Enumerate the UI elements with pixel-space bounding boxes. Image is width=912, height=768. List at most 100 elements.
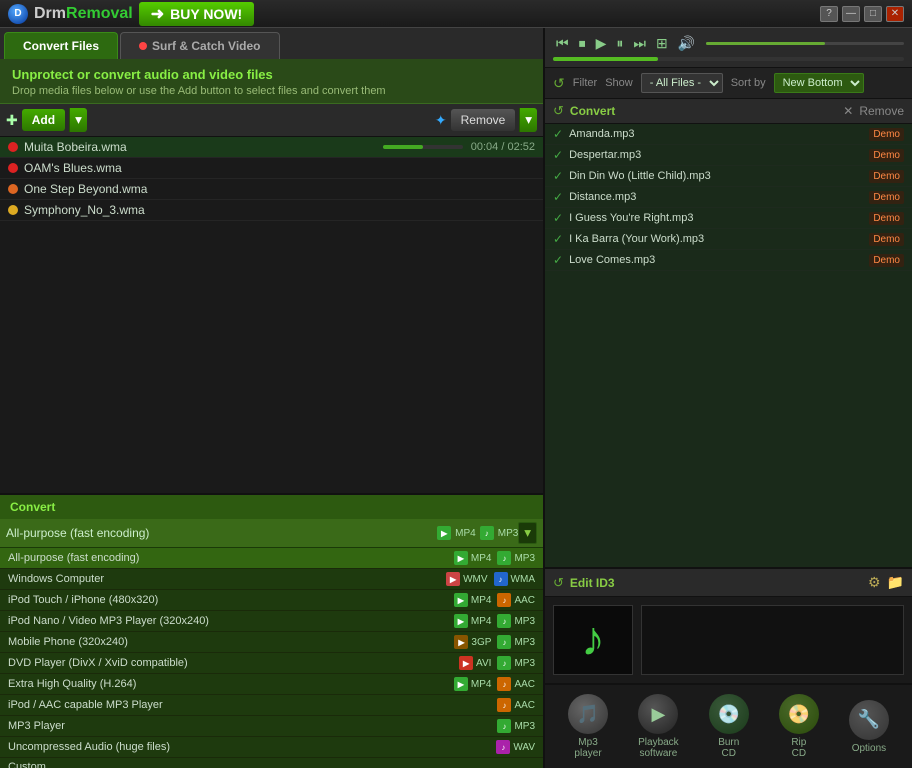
track-status-0: Demo: [869, 128, 904, 141]
file-time-0: 00:04 / 02:52: [471, 141, 535, 153]
close-button[interactable]: ✕: [886, 6, 904, 22]
add-label: Add: [32, 113, 55, 127]
track-item-3[interactable]: ✓ Distance.mp3 Demo: [545, 187, 912, 208]
maximize-button[interactable]: □: [864, 6, 882, 22]
preset-item-4[interactable]: Mobile Phone (320x240) ▶3GP ♪MP3: [0, 632, 543, 653]
volume-button[interactable]: 🔊: [675, 34, 698, 53]
track-item-2[interactable]: ✓ Din Din Wo (Little Child).mp3 Demo: [545, 166, 912, 187]
fmt-wmv-lbl-1: WMV: [463, 574, 487, 585]
pause-button[interactable]: ⏸: [613, 34, 626, 53]
track-status-4: Demo: [869, 212, 904, 225]
convert-selected-row[interactable]: All-purpose (fast encoding) ▶ MP4 ♪ MP3 …: [0, 519, 543, 548]
buy-arrow-icon: ➜: [151, 4, 164, 24]
add-dropdown-button[interactable]: ▾: [69, 108, 87, 132]
fmt-mp3-lbl-4: MP3: [514, 637, 535, 648]
fmt-mp4-lbl-3: MP4: [471, 616, 492, 627]
preset-dropdown-button[interactable]: ▾: [518, 522, 537, 544]
id3-label: Edit ID3: [570, 576, 862, 590]
filter-select[interactable]: - All Files -: [641, 73, 723, 93]
rewind-button[interactable]: ⏮: [553, 34, 572, 53]
convert-section: Convert All-purpose (fast encoding) ▶ MP…: [0, 493, 543, 768]
fmt-aac-lbl-2: AAC: [514, 595, 535, 606]
preset-label-0: All-purpose (fast encoding): [8, 552, 454, 564]
id3-folder-icon[interactable]: 📁: [887, 574, 904, 591]
file-item-0[interactable]: Muita Bobeira.wma 00:04 / 02:52: [0, 137, 543, 158]
preset-item-3[interactable]: iPod Nano / Video MP3 Player (320x240) ▶…: [0, 611, 543, 632]
file-item-1[interactable]: OAM's Blues.wma: [0, 158, 543, 179]
preset-item-0[interactable]: All-purpose (fast encoding) ▶MP4 ♪MP3: [0, 548, 543, 569]
tab-convert-files[interactable]: Convert Files: [4, 32, 118, 59]
id3-fields[interactable]: [641, 605, 904, 675]
track-item-6[interactable]: ✓ Love Comes.mp3 Demo: [545, 250, 912, 271]
track-item-0[interactable]: ✓ Amanda.mp3 Demo: [545, 124, 912, 145]
file-dot-1: [8, 163, 18, 173]
track-check-4: ✓: [553, 211, 563, 225]
stop-button[interactable]: ⏹: [576, 34, 589, 53]
title-bar-right: ? — □ ✕: [820, 6, 904, 22]
volume-slider[interactable]: [706, 42, 904, 45]
fmt-wma-lbl-1: WMA: [511, 574, 535, 585]
help-button[interactable]: ?: [820, 6, 838, 22]
refresh-icon[interactable]: ↺: [553, 75, 565, 92]
track-status-3: Demo: [869, 191, 904, 204]
remove-dropdown-button[interactable]: ▾: [519, 108, 537, 132]
extra-button[interactable]: ⊞: [653, 34, 671, 53]
preset-item-5[interactable]: DVD Player (DivX / XviD compatible) ▶AVI…: [0, 653, 543, 674]
preset-formats-7: ♪AAC: [497, 698, 535, 712]
track-check-0: ✓: [553, 127, 563, 141]
fmt-avi-5: ▶: [459, 656, 473, 670]
track-item-4[interactable]: ✓ I Guess You're Right.mp3 Demo: [545, 208, 912, 229]
track-check-2: ✓: [553, 169, 563, 183]
edit-id3-header: ↺ Edit ID3 ⚙ 📁: [545, 567, 912, 597]
track-status-1: Demo: [869, 149, 904, 162]
preset-item-6[interactable]: Extra High Quality (H.264) ▶MP4 ♪AAC: [0, 674, 543, 695]
sort-label: Sort by: [731, 77, 766, 89]
playback-progress-bar[interactable]: [553, 57, 904, 61]
preset-item-1[interactable]: Windows Computer ▶WMV ♪WMA: [0, 569, 543, 590]
tab-surf-catch[interactable]: Surf & Catch Video: [120, 32, 279, 59]
minimize-button[interactable]: —: [842, 6, 860, 22]
track-status-6: Demo: [869, 254, 904, 267]
add-button[interactable]: Add: [22, 109, 65, 131]
preset-item-2[interactable]: iPod Touch / iPhone (480x320) ▶MP4 ♪AAC: [0, 590, 543, 611]
fmt-wav-lbl-9: WAV: [513, 742, 535, 753]
options-button[interactable]: 🔧 Options: [843, 697, 895, 757]
file-toolbar: ✚ Add ▾ ✦ Remove ▾: [0, 104, 543, 137]
track-item-1[interactable]: ✓ Despertar.mp3 Demo: [545, 145, 912, 166]
preset-item-10[interactable]: Custom...: [0, 758, 543, 768]
title-drm: Drm: [34, 5, 66, 22]
track-name-4: I Guess You're Right.mp3: [569, 212, 869, 224]
fmt-mp4-lbl-0: MP4: [471, 553, 492, 564]
mp3-player-button[interactable]: 🎵 Mp3player: [562, 691, 614, 762]
options-label: Options: [852, 743, 886, 754]
preset-item-7[interactable]: iPod / AAC capable MP3 Player ♪AAC: [0, 695, 543, 716]
rip-cd-button[interactable]: 📀 RipCD: [773, 691, 825, 762]
file-dot-3: [8, 205, 18, 215]
preset-item-9[interactable]: Uncompressed Audio (huge files) ♪WAV: [0, 737, 543, 758]
fmt-mp4-lbl-6: MP4: [471, 679, 492, 690]
title-bar: D DrmRemoval ➜ BUY NOW! ? — □ ✕: [0, 0, 912, 28]
fmt-3gp-lbl-4: 3GP: [471, 637, 491, 648]
sort-select[interactable]: New Bottom: [774, 73, 864, 93]
id3-gear-icon[interactable]: ⚙: [868, 574, 881, 591]
preset-item-8[interactable]: MP3 Player ♪MP3: [0, 716, 543, 737]
buy-now-label: BUY NOW!: [170, 6, 242, 22]
fmt-mp3-3: ♪: [497, 614, 511, 628]
title-removal: Removal: [66, 5, 133, 22]
preset-formats-2: ▶MP4 ♪AAC: [454, 593, 535, 607]
file-item-3[interactable]: Symphony_No_3.wma: [0, 200, 543, 221]
fmt-mp3-lbl-0: MP3: [514, 553, 535, 564]
music-note-icon: ♪: [581, 616, 605, 664]
mp3-label: MP3: [498, 528, 519, 539]
tab-surf-label: Surf & Catch Video: [152, 39, 260, 53]
buy-now-button[interactable]: ➜ BUY NOW!: [139, 2, 254, 26]
fast-forward-button[interactable]: ⏭: [630, 34, 649, 53]
file-item-2[interactable]: One Step Beyond.wma: [0, 179, 543, 200]
remove-button[interactable]: Remove: [451, 109, 516, 131]
track-item-5[interactable]: ✓ I Ka Barra (Your Work).mp3 Demo: [545, 229, 912, 250]
playback-software-button[interactable]: ▶ Playbacksoftware: [632, 691, 685, 762]
preset-label-10: Custom...: [8, 761, 535, 768]
play-button[interactable]: ▶: [593, 34, 610, 53]
burn-cd-button[interactable]: 💿 BurnCD: [703, 691, 755, 762]
fmt-mp3-lbl-8: MP3: [514, 721, 535, 732]
